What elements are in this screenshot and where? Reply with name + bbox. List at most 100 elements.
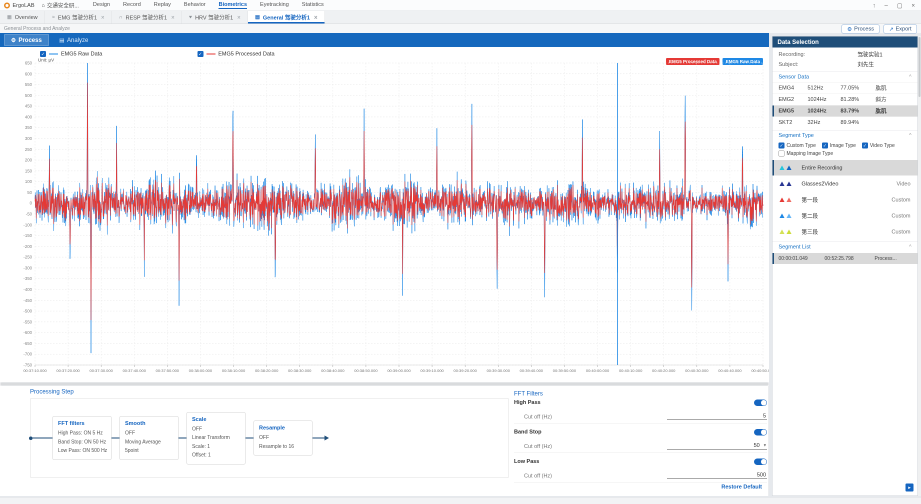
segment-row-item[interactable]: 第三段Custom [773, 224, 918, 240]
app-window: ErgoLAB ⌂ 交通安全研... DesignRecordReplayBeh… [0, 0, 921, 504]
step-card-line: Linear Transform [192, 434, 240, 443]
sensor-row-skt2[interactable]: SKT232Hz89.94% [773, 117, 918, 129]
chart-horizontal-scrollbar[interactable] [0, 382, 769, 386]
maximize-icon[interactable]: ▢ [897, 2, 903, 9]
flow-connector [246, 438, 254, 439]
fft-filter-name: High Pass [514, 400, 541, 406]
restore-default-link[interactable]: Restore Default [721, 484, 762, 490]
breadcrumb: General Process and Analyze [0, 24, 921, 33]
analyze-mode-icon: ▤ [59, 37, 64, 44]
processing-step-section: Processing Step FFT filtersHigh Pass: ON… [4, 388, 511, 495]
x-tick-label: 00:40:00.000 [586, 368, 610, 373]
processing-step-card-resample[interactable]: ResampleOFFResample to 16 [254, 421, 313, 456]
sensor-row-emg4[interactable]: EMG4512Hz77.05%肱肌 [773, 82, 918, 94]
chevron-up-icon: ^ [909, 133, 911, 139]
y-tick-label: -200 [23, 244, 32, 249]
section-header-segment-type[interactable]: Segment Type^ [773, 130, 918, 141]
high-pass-toggle[interactable] [754, 399, 767, 406]
minimize-icon[interactable]: – [884, 2, 887, 9]
step-card-line: 5point [125, 447, 173, 456]
mode-tab-label: Process [18, 37, 41, 44]
process-mode-icon: ⚙ [11, 37, 16, 44]
segment-row-item[interactable]: 第二段Custom [773, 208, 918, 224]
filter-label: Mapping Image Type [787, 151, 834, 157]
tab-general-1[interactable]: ▤General 驾驶分析1× [248, 11, 325, 24]
scrollbar-thumb[interactable] [1, 383, 769, 386]
fft-filter-name: Band Stop [514, 429, 542, 435]
segment-flag-icon [787, 230, 792, 235]
divider [514, 453, 767, 454]
menu-item-statistics[interactable]: Statistics [302, 2, 324, 10]
sensor-name: EMG5 [779, 108, 808, 114]
filter-checkbox[interactable]: ✓ [862, 143, 868, 149]
emg-signal-chart[interactable]: 650600550500450400350300250200150100500-… [0, 57, 769, 382]
mode-tab-analyze[interactable]: ▤Analyze [53, 35, 95, 46]
high-pass-cutoff-input[interactable]: 5 [667, 413, 767, 420]
menu-item-behavior[interactable]: Behavior [184, 2, 206, 10]
band-stop-toggle[interactable] [754, 429, 767, 436]
panel-bottom-button[interactable]: ▸ [906, 484, 914, 492]
band-stop-cutoff-select[interactable]: 50▾ [667, 443, 767, 450]
tab-overview[interactable]: ▦Overview [0, 11, 45, 24]
tab-hrv-1[interactable]: ♥HRV 驾驶分析1× [182, 11, 248, 24]
menu-item-replay[interactable]: Replay [154, 2, 171, 10]
close-tab-icon[interactable]: × [314, 14, 318, 21]
close-tab-icon[interactable]: × [171, 14, 175, 21]
segment-flag-icon [780, 230, 785, 235]
cutoff-value: 50 [754, 443, 760, 449]
tab-emg-1[interactable]: ≈EMG 驾驶分析1× [45, 11, 112, 24]
menu-bar: Design Record Replay Behavior Biometrics Eyet… [93, 2, 324, 10]
segment-row-entire-recording[interactable]: Entire Recording [773, 160, 918, 176]
close-icon[interactable]: × [911, 2, 915, 9]
menu-item-eyetracking[interactable]: Eyetracking [260, 2, 289, 10]
update-icon[interactable]: ↑ [872, 2, 875, 9]
sensor-quality: 89.94% [841, 120, 876, 126]
menu-item-design[interactable]: Design [93, 2, 110, 10]
fft-filter-high-pass: High Pass [514, 397, 767, 408]
segment-flag-icon [787, 198, 792, 203]
type-filter-image-type[interactable]: ✓Image Type [822, 143, 856, 149]
step-card-line: Low Pass: ON 500 Hz [58, 447, 106, 456]
type-filter-custom-type[interactable]: ✓Custom Type [779, 143, 816, 149]
section-header-segment-list[interactable]: Segment List^ [773, 242, 918, 253]
segment-row-glasses2video[interactable]: Glasses2VideoVideo [773, 176, 918, 192]
processing-step-card-fft-filters[interactable]: FFT filtersHigh Pass: ON 5 HzBand Stop: … [53, 416, 112, 460]
scrollbar-thumb[interactable] [919, 37, 921, 97]
process-button[interactable]: ⚙Process [842, 25, 880, 34]
segment-list-row[interactable]: 00:00:01.04900:52:25.798Process... [773, 253, 918, 264]
info-label: Recording: [779, 52, 858, 58]
segment-type-filters: ✓Custom Type ✓Image Type ✓Video Type [773, 141, 918, 149]
y-tick-label: 250 [25, 147, 33, 152]
mode-tab-process[interactable]: ⚙Process [4, 34, 49, 46]
tab-label: RESP 驾驶分析1 [126, 13, 167, 21]
low-pass-cutoff-input[interactable]: 500 [667, 472, 767, 479]
close-tab-icon[interactable]: × [101, 14, 105, 21]
close-tab-icon[interactable]: × [237, 14, 241, 21]
y-tick-label: -100 [23, 222, 32, 227]
fft-cutoff-row: Cut off (Hz)5 [514, 408, 767, 420]
filter-checkbox[interactable] [779, 151, 785, 157]
section-header-sensor-data[interactable]: Sensor Data^ [773, 72, 918, 83]
project-switcher[interactable]: ⌂ 交通安全研... [42, 1, 93, 9]
menu-item-record[interactable]: Record [123, 2, 141, 10]
processing-step-card-scale[interactable]: ScaleOFFLinear TransformScale: 1Offset: … [187, 412, 246, 465]
export-icon: ↗ [889, 26, 894, 33]
type-filter-mapping-image-type[interactable]: Mapping Image Type [779, 151, 834, 157]
segment-row-item[interactable]: 第一段Custom [773, 192, 918, 208]
filter-checkbox[interactable]: ✓ [779, 143, 785, 149]
type-filter-video-type[interactable]: ✓Video Type [862, 143, 895, 149]
legend-swatch [49, 54, 58, 55]
low-pass-toggle[interactable] [754, 458, 767, 465]
filter-checkbox[interactable]: ✓ [822, 143, 828, 149]
tab-resp-1[interactable]: ∩RESP 驾驶分析1× [112, 11, 182, 24]
export-button[interactable]: ↗Export [883, 25, 917, 34]
step-card-line: OFF [192, 425, 240, 434]
menu-item-biometrics[interactable]: Biometrics [219, 2, 247, 10]
y-tick-label: -150 [23, 233, 32, 238]
status-bar [0, 497, 921, 504]
processing-step-card-smooth[interactable]: SmoothOFFMoving Average5point [120, 416, 179, 460]
sensor-row-emg2[interactable]: EMG21024Hz81.28%斜方 [773, 94, 918, 106]
sensor-row-emg5[interactable]: EMG51024Hz83.79%肱肌 [773, 105, 918, 117]
sensor-position: 肱肌 [876, 107, 912, 115]
sensor-name: EMG2 [779, 97, 808, 103]
